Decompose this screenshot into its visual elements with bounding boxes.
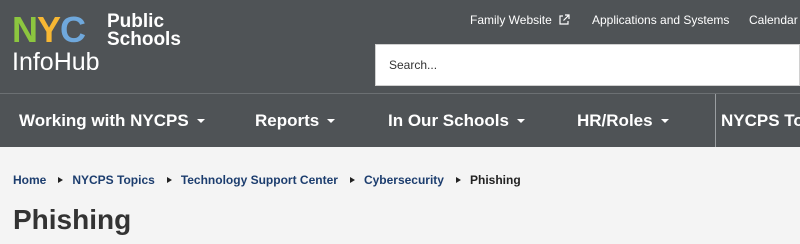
caret-down-icon	[660, 118, 669, 123]
site-header: NYC Public Schools InfoHub Family Websit…	[0, 0, 800, 93]
nav-working-with-nycps-label: Working with NYCPS	[19, 110, 189, 130]
search-input[interactable]	[376, 45, 799, 85]
nav-nycps-topics[interactable]: NYCPS To	[721, 94, 800, 147]
family-website-label: Family Website	[470, 13, 552, 27]
nav-in-our-schools[interactable]: In Our Schools	[388, 94, 525, 147]
search-box	[375, 44, 800, 86]
breadcrumb-arrow-icon	[166, 177, 172, 183]
breadcrumb-arrow-icon	[455, 177, 461, 183]
nav-working-with-nycps[interactable]: Working with NYCPS	[19, 94, 205, 147]
nav-reports[interactable]: Reports	[255, 94, 336, 147]
nav-in-our-schools-label: In Our Schools	[388, 110, 509, 130]
external-link-icon	[559, 14, 570, 25]
logo-letter-c: C	[60, 9, 86, 50]
breadcrumb-arrow-icon	[58, 177, 64, 183]
logo-nyc-letters: NYC	[12, 9, 86, 50]
nyc-public-schools-logo[interactable]: NYC Public Schools InfoHub	[12, 9, 187, 77]
logo-schools-text: Schools	[107, 29, 181, 50]
logo-infohub-text: InfoHub	[12, 48, 100, 76]
nav-hr-roles-label: HR/Roles	[577, 110, 653, 130]
caret-down-icon	[196, 118, 205, 123]
breadcrumb-home[interactable]: Home	[13, 173, 46, 187]
breadcrumb-cybersecurity[interactable]: Cybersecurity	[364, 173, 444, 187]
breadcrumb: Home NYCPS Topics Technology Support Cen…	[13, 172, 521, 188]
main-nav: Working with NYCPS Reports In Our School…	[0, 93, 800, 147]
family-website-link[interactable]: Family Website	[470, 13, 570, 27]
logo-letter-y: Y	[37, 9, 61, 50]
applications-and-systems-link[interactable]: Applications and Systems	[592, 13, 729, 27]
breadcrumb-technology-support-center[interactable]: Technology Support Center	[181, 173, 338, 187]
calendar-link[interactable]: Calendar	[749, 13, 798, 27]
nav-divider	[715, 94, 716, 147]
logo-letter-n: N	[12, 9, 38, 50]
logo-public-schools: Public Schools	[107, 12, 181, 50]
page-title: Phishing	[13, 204, 132, 235]
nav-reports-label: Reports	[255, 110, 320, 130]
caret-down-icon	[327, 118, 336, 123]
breadcrumb-nycps-topics[interactable]: NYCPS Topics	[72, 173, 154, 187]
nav-nycps-topics-label: NYCPS To	[721, 110, 800, 130]
nav-hr-roles[interactable]: HR/Roles	[577, 94, 669, 147]
caret-down-icon	[516, 118, 525, 123]
breadcrumb-arrow-icon	[349, 177, 355, 183]
breadcrumb-current: Phishing	[469, 173, 521, 187]
